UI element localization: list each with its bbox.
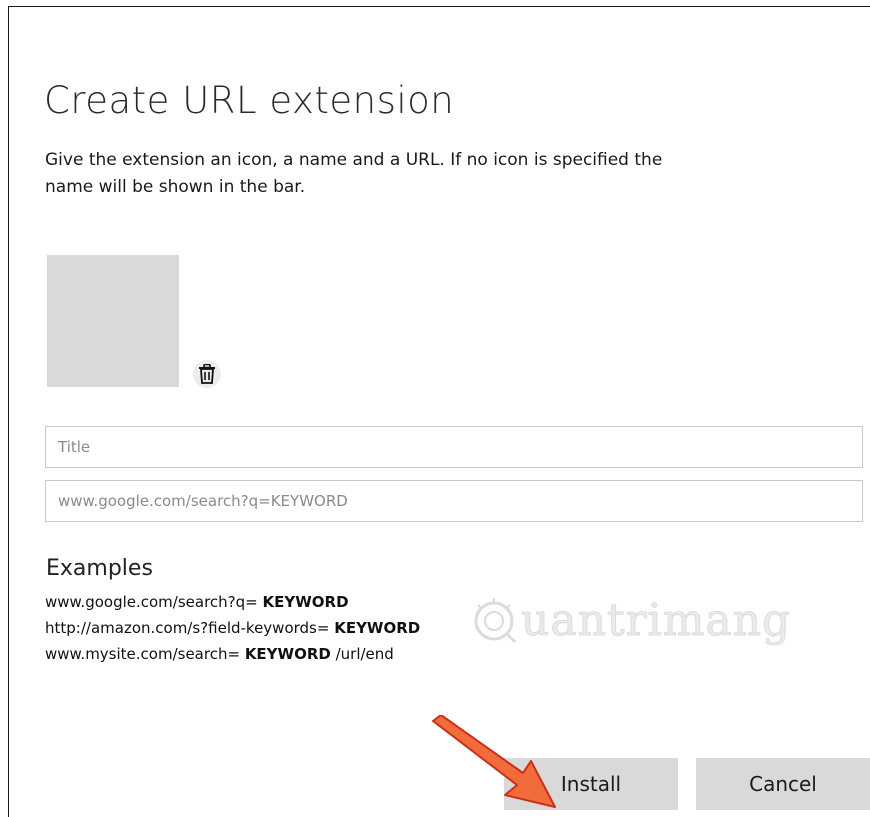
example-line: http://amazon.com/s?field-keywords= KEYW… xyxy=(45,619,421,637)
trash-icon[interactable] xyxy=(193,360,221,388)
dialog-description: Give the extension an icon, a name and a… xyxy=(45,150,663,197)
example-line: www.google.com/search?q= KEYWORD xyxy=(45,593,349,611)
cancel-button[interactable]: Cancel xyxy=(696,758,870,810)
create-url-extension-dialog: Create URL extension Give the extension … xyxy=(8,6,870,817)
watermark-logo-icon xyxy=(474,597,517,643)
example-line: www.mysite.com/search= KEYWORD /url/end xyxy=(45,645,394,663)
url-input[interactable] xyxy=(45,480,863,522)
title-input[interactable] xyxy=(45,426,863,468)
install-button[interactable]: Install xyxy=(504,758,678,810)
watermark-text: uantrimang xyxy=(520,595,792,647)
dialog-title: Create URL extension xyxy=(44,79,455,122)
examples-heading: Examples xyxy=(46,556,153,581)
extension-icon-placeholder[interactable] xyxy=(47,255,179,387)
watermark: uantrimang xyxy=(469,595,792,647)
